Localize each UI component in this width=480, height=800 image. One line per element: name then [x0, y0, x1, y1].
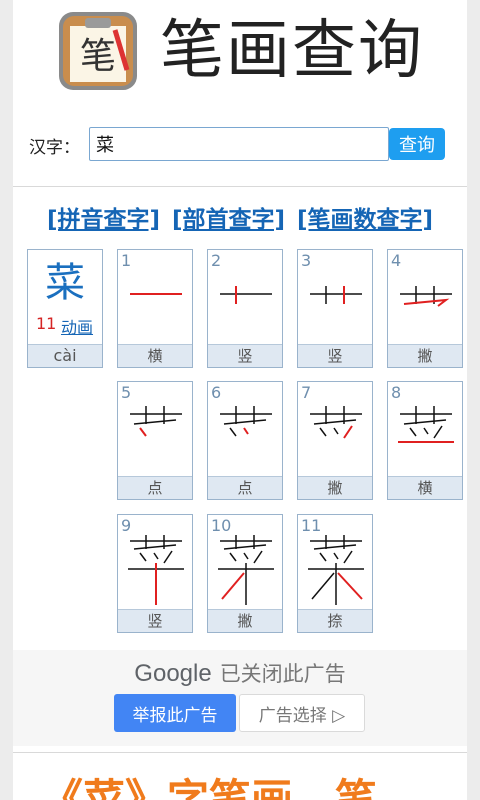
logo-char: 笔 — [80, 36, 116, 77]
stroke-diagram-icon — [130, 293, 182, 295]
app-logo-icon: 笔 — [59, 12, 137, 90]
stroke-diagram-icon — [398, 406, 454, 443]
stroke-cell-2: 2 竖 — [207, 249, 283, 368]
search-label: 汉字： — [29, 138, 80, 158]
stroke-diagram-icon — [220, 286, 272, 304]
stroke-cell-6: 6 点 — [207, 381, 283, 500]
stroke-name: 撇 — [388, 344, 462, 367]
stroke-diagram-icon — [400, 286, 452, 307]
pinyin-label: cài — [28, 344, 102, 367]
ad-closed-text: 已关闭此广告 — [219, 662, 346, 686]
nav-link-radical[interactable]: [部首查字] — [172, 207, 285, 233]
nav-link-stroke-count[interactable]: [笔画数查字] — [297, 207, 433, 233]
stroke-diagram-icon — [310, 286, 362, 304]
ad-closed-notice: Google 已关闭此广告 — [13, 658, 467, 688]
stroke-cell-7: 7 撇 — [297, 381, 373, 500]
character-card: 菜 11 动画 cài — [27, 249, 103, 368]
report-ad-button[interactable]: 举报此广告 — [114, 694, 236, 732]
stroke-diagram-icon — [220, 406, 272, 437]
stroke-diagram-icon — [128, 535, 184, 605]
stroke-diagram-icon — [218, 535, 274, 605]
stroke-name: 撇 — [298, 476, 372, 499]
google-logo: Google — [134, 660, 212, 687]
stroke-cell-4: 4 撇 — [387, 249, 463, 368]
ad-banner: Google 已关闭此广告 举报此广告 广告选择 ▷ — [13, 650, 467, 746]
stroke-cell-3: 3 竖 — [297, 249, 373, 368]
stroke-cell-5: 5 点 — [117, 381, 193, 500]
stroke-count: 11 — [36, 314, 57, 333]
divider — [13, 186, 467, 187]
stroke-name: 横 — [118, 344, 192, 367]
animate-link[interactable]: 动画 — [61, 314, 93, 338]
search-input[interactable] — [89, 127, 389, 161]
character-glyph: 菜 — [45, 260, 85, 306]
stroke-cell-11: 11 捺 — [297, 514, 373, 633]
stroke-cell-8: 8 横 — [387, 381, 463, 500]
stroke-diagram-icon — [130, 406, 182, 437]
lookup-nav: [拼音查字] [部首查字] [笔画数查字] — [13, 200, 467, 234]
search-button[interactable]: 查询 — [389, 128, 445, 160]
stroke-name: 竖 — [208, 344, 282, 367]
stroke-cell-10: 10 撇 — [207, 514, 283, 633]
nav-link-pinyin[interactable]: [拼音查字] — [47, 207, 160, 233]
stroke-name: 点 — [118, 476, 192, 499]
page-container: 笔 笔画查询 汉字： 查询 [拼音查字] [部首查字] [笔画数查字] 菜 11… — [13, 0, 467, 800]
stroke-diagram-icon — [308, 535, 364, 605]
stroke-name: 撇 — [208, 609, 282, 632]
stroke-name: 点 — [208, 476, 282, 499]
section-heading: 《菜》字笔画、笔 — [41, 775, 378, 800]
divider — [13, 752, 467, 753]
stroke-name: 捺 — [298, 609, 372, 632]
page-title: 笔画查询 — [160, 14, 424, 88]
stroke-cell-9: 9 竖 — [117, 514, 193, 633]
stroke-cell-1: 1 横 — [117, 249, 193, 368]
stroke-diagram-icon — [310, 406, 362, 439]
ad-choices-button[interactable]: 广告选择 ▷ — [239, 694, 365, 732]
stroke-name: 竖 — [298, 344, 372, 367]
stroke-name: 竖 — [118, 609, 192, 632]
stroke-name: 横 — [388, 476, 462, 499]
